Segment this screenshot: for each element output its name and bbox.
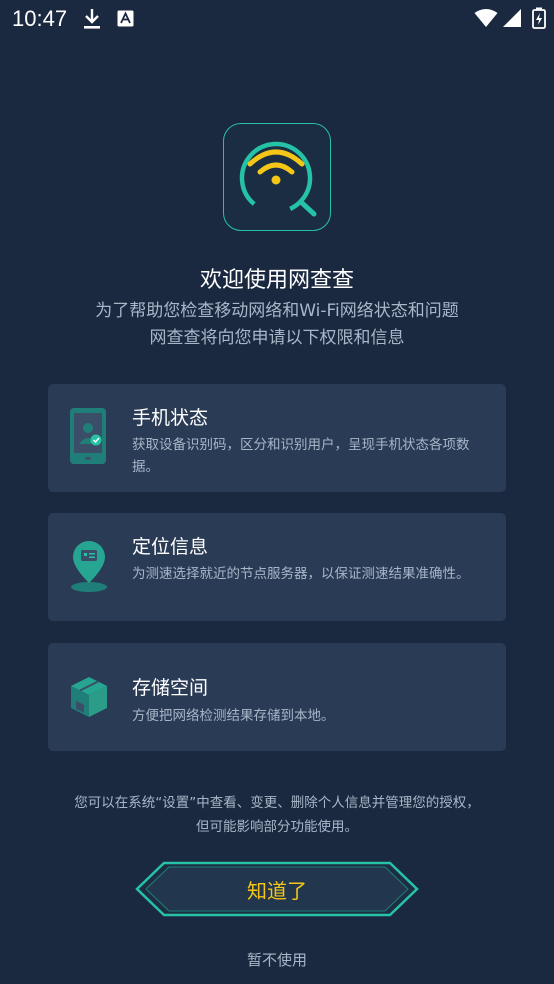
- permission-desc: 为测速选择就近的节点服务器，以保证测速结果准确性。: [132, 566, 470, 582]
- status-time: 10:47: [12, 6, 68, 31]
- permission-title: 定位信息: [132, 536, 209, 558]
- privacy-notice-line2: 但可能影响部分功能使用。: [196, 819, 358, 835]
- ok-button[interactable]: 知道了: [134, 861, 420, 917]
- permission-card-location: 定位信息 为测速选择就近的节点服务器，以保证测速结果准确性。: [48, 513, 506, 621]
- ok-button-label: 知道了: [247, 879, 307, 903]
- signal-icon: [503, 8, 521, 32]
- wifi-icon: [474, 8, 498, 32]
- welcome-title: 欢迎使用网查查: [199, 268, 354, 293]
- battery-icon: [532, 7, 546, 33]
- permission-card-phone-status: 手机状态 获取设备识别码，区分和识别用户，呈现手机状态各项数据。: [48, 384, 506, 492]
- permission-desc: 方便把网络检测结果存储到本地。: [132, 708, 335, 724]
- storage-box-icon: [68, 665, 110, 727]
- app-logo: [223, 123, 331, 231]
- permission-title: 存储空间: [132, 677, 209, 699]
- download-icon: [82, 8, 102, 34]
- a-badge-icon: [117, 10, 134, 31]
- welcome-subtitle-line2: 网查查将向您申请以下权限和信息: [149, 328, 405, 348]
- privacy-notice-line1: 您可以在系统“设置”中查看、变更、删除个人信息并管理您的授权，: [74, 795, 480, 811]
- permission-card-storage: 存储空间 方便把网络检测结果存储到本地。: [48, 643, 506, 751]
- permission-desc: 获取设备识别码，区分和识别用户，呈现手机状态各项数据。: [132, 437, 470, 475]
- welcome-subtitle-line1: 为了帮助您检查移动网络和Wi-Fi网络状态和问题: [95, 301, 459, 321]
- status-bar: 10:47: [0, 0, 554, 38]
- phone-status-icon: [68, 406, 110, 468]
- permission-title: 手机状态: [132, 407, 209, 429]
- skip-button[interactable]: 暂不使用: [0, 949, 554, 970]
- location-icon: [68, 535, 110, 597]
